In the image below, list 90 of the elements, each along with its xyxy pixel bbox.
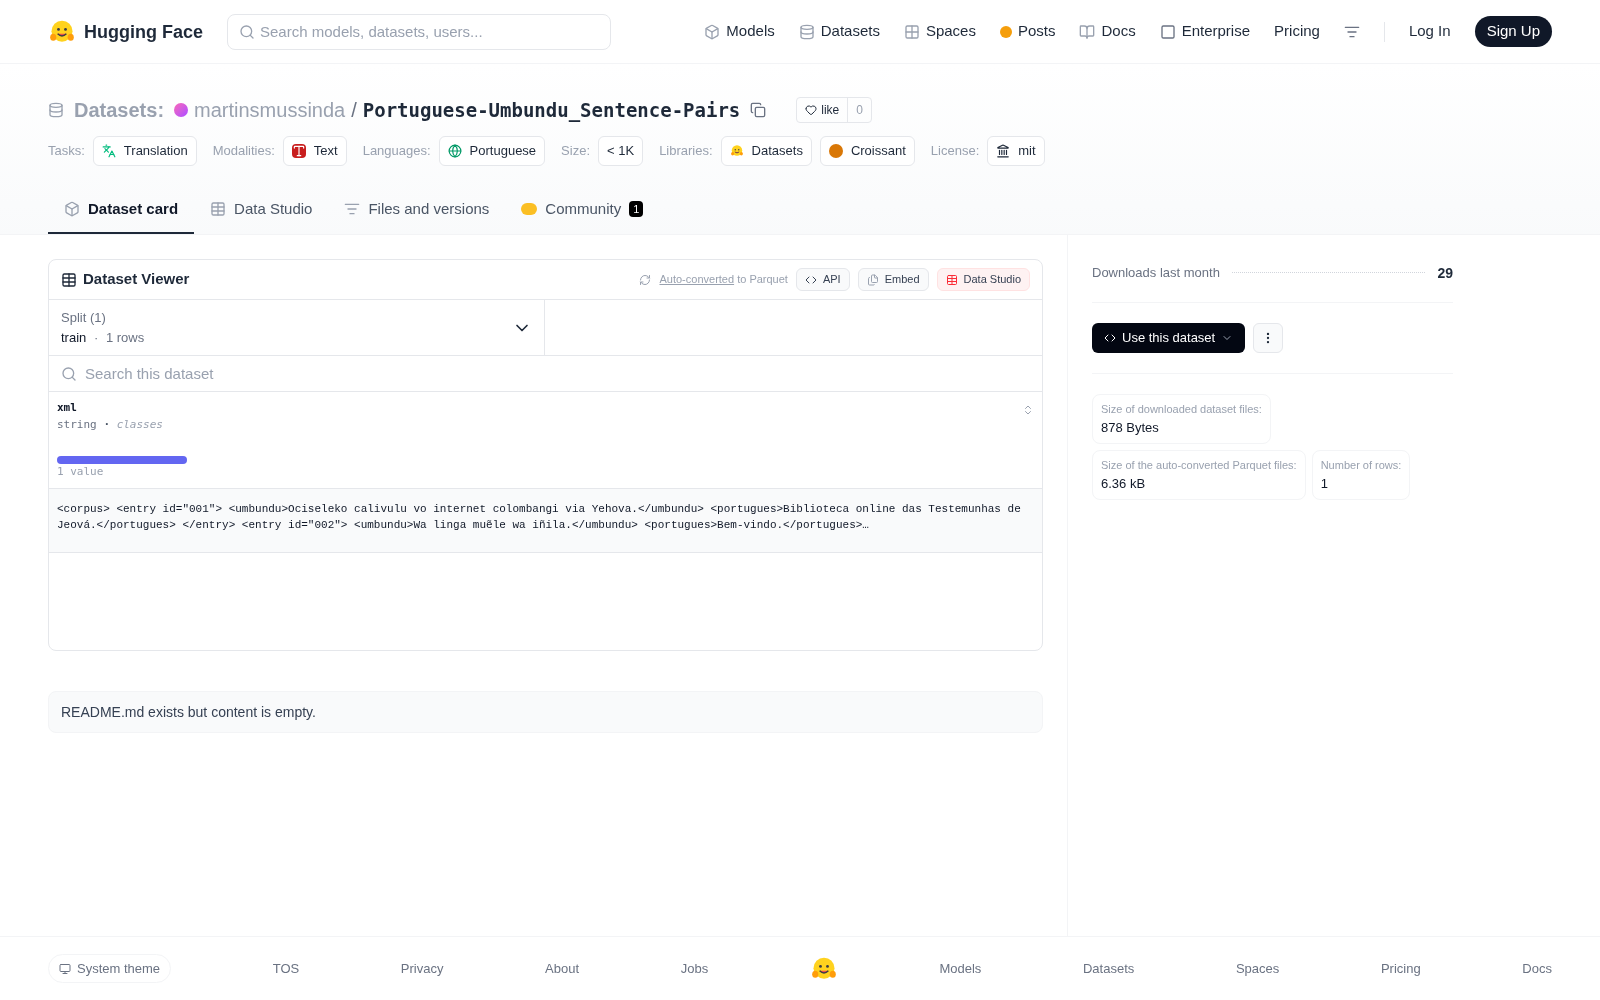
stat-value: 6.36 kB <box>1101 474 1147 493</box>
tag-chip[interactable]: mit <box>987 136 1045 166</box>
tag-chip[interactable]: Text <box>282 136 347 166</box>
count-badge: 1 <box>629 200 644 217</box>
tag-chip[interactable]: Translation <box>92 136 197 166</box>
cube-icon <box>64 200 80 217</box>
book-icon <box>1079 23 1096 40</box>
text-icon <box>291 143 306 158</box>
footer-link[interactable]: Docs <box>1522 958 1552 979</box>
split-label: Split (1) <box>61 309 107 327</box>
table-icon <box>210 200 227 217</box>
stat-value: 1 <box>1320 474 1329 493</box>
footer-link[interactable]: Models <box>939 958 982 979</box>
footer-link[interactable]: Pricing <box>1380 958 1421 979</box>
split-value: train · 1 rows <box>61 328 145 347</box>
stat-label: Size of the auto-converted Parquet files: <box>1101 458 1297 473</box>
tag-chip[interactable]: < 1K <box>598 136 644 166</box>
nav-link[interactable]: Spaces <box>903 20 976 43</box>
bank-icon <box>996 143 1011 158</box>
path-separator: / <box>351 98 357 123</box>
repo-type: Datasets: <box>74 98 165 123</box>
stat-value: 878 Bytes <box>1101 418 1160 437</box>
tab[interactable]: Data Studio <box>194 185 329 234</box>
stat-label: Number of rows: <box>1320 458 1402 473</box>
table-icon <box>945 273 958 286</box>
copy-icon[interactable] <box>750 102 767 118</box>
nav-link[interactable]: Docs <box>1079 20 1136 43</box>
table-icon <box>61 271 77 288</box>
viewer-title: Dataset Viewer <box>83 269 190 290</box>
dataset-search-field[interactable]: Search this dataset <box>49 356 1042 391</box>
column-name: xml <box>57 400 77 416</box>
split-selector[interactable]: Split (1) train · 1 rows <box>49 300 545 355</box>
footer-link[interactable]: Jobs <box>680 958 709 979</box>
tag-label: Libraries: <box>659 142 713 160</box>
translate-icon <box>101 143 116 158</box>
tag-label: Size: <box>561 142 590 160</box>
signup-button[interactable]: Sign Up <box>1474 16 1552 47</box>
footer-link[interactable]: TOS <box>272 958 300 979</box>
table-cell: <corpus> <entry id="001"> <umbundu>Ociseleko calivulu vo internet colombangi via Yehova.</umbundu> <portugues>Biblioteca online das Testemunhas de Jeová.</portugues> </entry> <entry id="002"> <umbundu>Wa linga muẽle wa iñila.</umbundu> <portugues>Bem-vindo.</portugues>… <box>49 489 1042 553</box>
value-count: 1 value <box>57 463 104 480</box>
tab[interactable]: Dataset card <box>48 185 195 234</box>
nav-link[interactable]: Datasets <box>798 20 880 43</box>
nav-link[interactable]: Models <box>704 20 775 43</box>
footer-link[interactable]: Spaces <box>1235 958 1280 979</box>
owner-avatar <box>174 103 189 117</box>
downloads-count: 29 <box>1437 263 1453 283</box>
smiley-icon <box>729 143 744 158</box>
tab[interactable]: Files and versions <box>328 185 506 234</box>
nav-link[interactable]: Enterprise <box>1159 20 1251 43</box>
tag-label: Languages: <box>362 142 431 160</box>
search-field[interactable]: Search models, datasets, users... <box>227 13 611 50</box>
refresh-icon <box>639 273 652 286</box>
footer-link[interactable]: Privacy <box>400 958 444 979</box>
nav-link[interactable]: Posts <box>999 20 1056 43</box>
tag-chip[interactable]: Datasets <box>720 136 812 166</box>
use-dataset-button[interactable]: Use this dataset <box>1092 323 1246 353</box>
dataset-name[interactable]: Portuguese-Umbundu_Sentence-Pairs <box>362 96 741 124</box>
database-icon <box>48 102 64 118</box>
search-icon <box>239 23 255 40</box>
tag-label: Tasks: <box>48 142 85 160</box>
login-link[interactable]: Log In <box>1408 20 1451 43</box>
search-icon <box>61 366 77 382</box>
converted-note: Auto-converted to Parquet <box>659 272 788 288</box>
column-type: string · classes <box>57 416 163 433</box>
tag-chip[interactable]: Croissant <box>819 136 915 166</box>
globe-icon <box>447 143 462 158</box>
viewer-button[interactable]: Embed <box>857 268 929 291</box>
sort-icon[interactable] <box>1022 404 1034 416</box>
heart-icon <box>805 104 818 116</box>
database-icon <box>798 23 815 40</box>
code-icon <box>1104 332 1116 344</box>
brand-name[interactable]: Hugging Face <box>84 17 203 46</box>
nav-link[interactable]: Pricing <box>1274 20 1320 43</box>
downloads-label: Downloads last month <box>1092 263 1220 282</box>
stat-label: Size of downloaded dataset files: <box>1101 402 1262 417</box>
footer-link[interactable]: About <box>545 958 580 979</box>
monitor-icon <box>59 962 71 975</box>
tab[interactable]: Community 1 <box>505 185 660 234</box>
grid-icon <box>903 23 920 40</box>
viewer-button[interactable]: API <box>795 268 850 291</box>
readme-notice: README.md exists but content is empty. <box>48 691 1043 733</box>
like-count: 0 <box>847 98 871 122</box>
cube-icon <box>704 23 721 40</box>
embed-icon <box>866 273 879 286</box>
tag-label: License: <box>930 142 980 160</box>
footer-link[interactable]: Datasets <box>1082 958 1135 979</box>
viewer-button[interactable]: Data Studio <box>936 268 1030 291</box>
like-button[interactable]: like 0 <box>796 97 872 123</box>
tag-chip[interactable]: Portuguese <box>438 136 546 166</box>
tag-label: Modalities: <box>212 142 275 160</box>
